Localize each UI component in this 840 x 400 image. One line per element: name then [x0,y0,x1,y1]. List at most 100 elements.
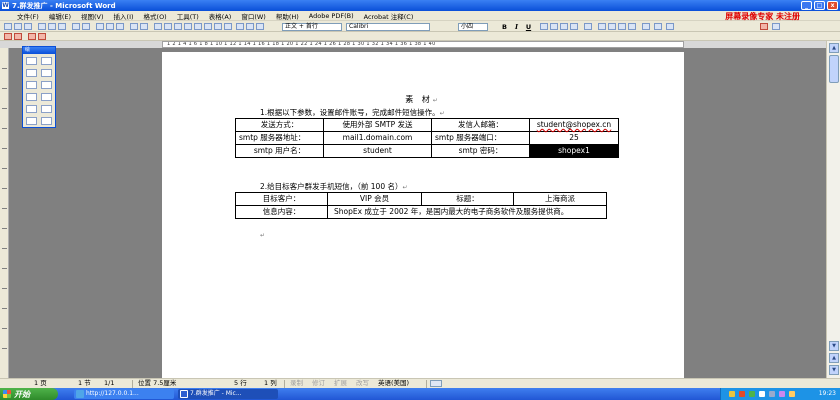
table-cell[interactable]: 信息内容： [235,205,328,219]
convert-pdf-email-icon[interactable] [14,33,22,40]
table-cell[interactable]: 目标客户： [235,192,328,206]
print-preview-icon[interactable] [72,23,80,30]
table-cell[interactable]: 标题： [421,192,514,206]
tray-icon[interactable] [739,391,745,397]
next-page-icon[interactable]: ▼ [829,365,839,375]
cut-icon[interactable] [96,23,104,30]
insert-excel-icon[interactable] [184,23,192,30]
menu-file[interactable]: 文件(F) [12,11,44,21]
table-cell-selected[interactable]: shopex1 [529,144,619,158]
select-icon[interactable] [26,57,37,65]
print-icon[interactable] [58,23,66,30]
tray-icon[interactable] [779,391,785,397]
textbox-icon[interactable] [26,93,37,101]
permission-icon[interactable] [38,23,46,30]
increase-indent-icon[interactable] [628,23,636,30]
tray-icon[interactable] [769,391,775,397]
ellipse-icon[interactable] [41,81,52,89]
table-cell[interactable]: ShopEx 成立于 2002 年，是国内最大的电子商务软件及服务提供商。 [327,205,607,219]
spelling-icon[interactable] [82,23,90,30]
line-spacing-icon[interactable] [584,23,592,30]
menu-format[interactable]: 格式(O) [139,11,172,21]
tables-borders-icon[interactable] [164,23,172,30]
menu-table[interactable]: 表格(A) [204,11,237,21]
table-cell[interactable]: 上海商派 [513,192,607,206]
vertical-ruler[interactable] [0,48,9,378]
document-page[interactable]: 素 材↵ 1.根据以下参数，设置邮件账号，完成邮件短信操作。↵ 发送方式： 使用… [162,52,684,380]
table-cell[interactable]: smtp 用户名： [235,144,324,158]
open-folder-icon[interactable] [14,23,22,30]
menu-tools[interactable]: 工具(T) [172,11,204,21]
table-cell[interactable]: 25 [529,131,619,145]
undo-icon[interactable] [130,23,138,30]
font-dropdown[interactable]: Calibri [346,23,430,31]
insert-table-icon[interactable] [174,23,182,30]
bold-button[interactable]: B [500,23,509,31]
spelling-status-icon[interactable] [430,380,442,387]
columns-icon[interactable] [194,23,202,30]
align-center-icon[interactable] [550,23,558,30]
pdf-review-icon[interactable] [28,33,36,40]
justify-icon[interactable] [570,23,578,30]
zoom-icon[interactable] [236,23,244,30]
outside-border-icon[interactable] [642,23,650,30]
decrease-indent-icon[interactable] [618,23,626,30]
menu-insert[interactable]: 插入(I) [109,11,139,21]
bullets-icon[interactable] [608,23,616,30]
convert-pdf-icon[interactable] [4,33,12,40]
menu-acrobat-comments[interactable]: Acrobat 注释(C) [359,11,419,21]
tray-icon[interactable] [729,391,735,397]
toolbar-options-icon[interactable] [772,23,780,30]
new-doc-icon[interactable] [4,23,12,30]
menu-help[interactable]: 帮助(H) [271,11,304,21]
menu-window[interactable]: 窗口(W) [236,11,271,21]
table-cell[interactable]: VIP 会员 [327,192,422,206]
table-cell[interactable]: student [323,144,432,158]
copy-icon[interactable] [106,23,114,30]
tray-icon[interactable] [749,391,755,397]
color-icon[interactable] [41,117,52,125]
minimize-button[interactable]: _ [801,1,812,10]
eraser-icon[interactable] [26,105,37,113]
status-ext[interactable]: 扩展 [334,379,347,388]
align-left-icon[interactable] [540,23,548,30]
status-trk[interactable]: 修订 [312,379,325,388]
fill-icon[interactable] [41,93,52,101]
taskbar-item-browser[interactable]: http://127.0.0.1... [74,389,174,399]
pdf-settings-icon[interactable] [38,33,46,40]
font-color-icon[interactable] [666,23,674,30]
tray-icon[interactable] [789,391,795,397]
reading-icon[interactable] [256,23,264,30]
align-right-icon[interactable] [560,23,568,30]
table-cell[interactable]: student@shopex.cn [529,118,619,132]
document-map-icon[interactable] [214,23,222,30]
tray-icon[interactable] [759,391,765,397]
paste-icon[interactable] [116,23,124,30]
email-icon[interactable] [48,23,56,30]
pen-icon[interactable] [41,57,52,65]
start-button[interactable]: 开始 [0,388,58,400]
taskbar-item-word[interactable]: 7.群发推广 - Mic... [178,389,278,399]
menu-adobe-pdf[interactable]: Adobe PDF(B) [304,12,359,20]
maximize-button[interactable]: □ [814,1,825,10]
line-icon[interactable] [26,69,37,77]
table-cell[interactable]: 使用外部 SMTP 发送 [323,118,432,132]
menu-edit[interactable]: 编辑(E) [44,11,76,21]
scroll-down-icon[interactable]: ▼ [829,341,839,351]
style-dropdown[interactable]: 正文 + 首行 [282,23,342,31]
scroll-up-icon[interactable]: ▲ [829,43,839,53]
italic-button[interactable]: I [512,23,521,31]
close-button[interactable]: x [827,1,838,10]
table-cell[interactable]: smtp 服务器端口： [431,131,530,145]
text-a-icon[interactable] [41,105,52,113]
rectangle-icon[interactable] [26,81,37,89]
table-cell[interactable]: mail1.domain.com [323,131,432,145]
table-cell[interactable]: smtp 密码： [431,144,530,158]
table-cell[interactable]: smtp 服务器地址： [235,131,324,145]
drawing-icon[interactable] [204,23,212,30]
font-size-dropdown[interactable]: 小四 [458,23,488,31]
image-icon[interactable] [26,117,37,125]
table-cell[interactable]: 发信人邮箱： [431,118,530,132]
horizontal-ruler[interactable]: 1 2 1 4 1 6 1 8 1 10 1 12 1 14 1 16 1 18… [162,41,684,48]
menu-view[interactable]: 视图(V) [76,11,109,21]
